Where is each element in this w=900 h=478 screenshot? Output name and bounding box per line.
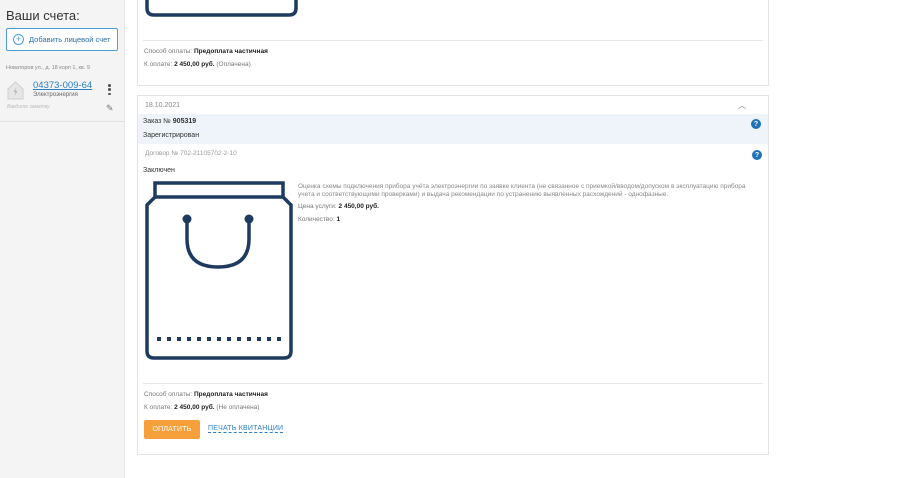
help-icon[interactable]: ? <box>752 150 762 160</box>
divider <box>0 121 125 122</box>
add-account-button[interactable]: + Добавить лицевой счет <box>6 28 118 51</box>
print-receipt-link[interactable]: ПЕЧАТЬ КВИТАНЦИИ <box>208 425 284 433</box>
account-address: Новаторов ул., д. 18 корп 1, кв. 9 <box>6 65 90 71</box>
house-icon <box>7 81 24 100</box>
payment-method: Способ оплаты: Предоплата частичная <box>144 391 268 398</box>
plus-icon: + <box>13 34 24 45</box>
order-header: Заказ № 905319 Зарегистрирован ? <box>138 114 768 144</box>
order-number: Заказ № 905319 <box>143 118 197 125</box>
account-note-hint[interactable]: Введите заметку <box>7 104 50 110</box>
kebab-menu-icon[interactable] <box>108 84 112 96</box>
order-date: 18.10.2021 <box>145 102 181 109</box>
contract-status: Заключен <box>143 167 175 174</box>
help-icon[interactable]: ? <box>751 119 761 129</box>
add-account-label: Добавить лицевой счет <box>29 35 111 44</box>
divider <box>143 383 763 384</box>
chevron-up-icon[interactable]: ︿ <box>738 100 746 111</box>
service-price: Цена услуги: 2 450,00 руб. <box>298 203 379 210</box>
shopping-bag-icon <box>145 181 293 360</box>
divider <box>143 40 763 41</box>
contract-number: Договор № 702-21105702-2-10 <box>145 150 237 157</box>
shopping-bag-icon <box>145 0 298 17</box>
order-status: Зарегистрирован <box>143 132 200 139</box>
sidebar-title: Ваши счета: <box>6 8 80 23</box>
account-type: Электроэнергия <box>33 92 78 98</box>
payment-amount: К оплате: 2 450,00 руб. (Оплачена) <box>144 61 251 68</box>
service-quantity: Количество: 1 <box>298 216 341 223</box>
sidebar: Ваши счета: + Добавить лицевой счет Нова… <box>0 0 125 478</box>
pay-button[interactable]: ОПЛАТИТЬ <box>144 420 200 439</box>
order-card: 18.10.2021 ︿ Заказ № 905319 Зарегистриро… <box>137 95 769 455</box>
payment-method: Способ оплаты: Предоплата частичная <box>144 48 268 55</box>
service-description: Оценка схемы подключения прибора учёта э… <box>298 183 746 198</box>
account-number-link[interactable]: 04373-009-64 <box>33 80 92 91</box>
payment-amount: К оплате: 2 450,00 руб. (Не оплачена) <box>144 404 260 411</box>
pencil-icon[interactable]: ✎ <box>106 103 114 114</box>
order-card-previous: Способ оплаты: Предоплата частичная К оп… <box>137 0 769 86</box>
